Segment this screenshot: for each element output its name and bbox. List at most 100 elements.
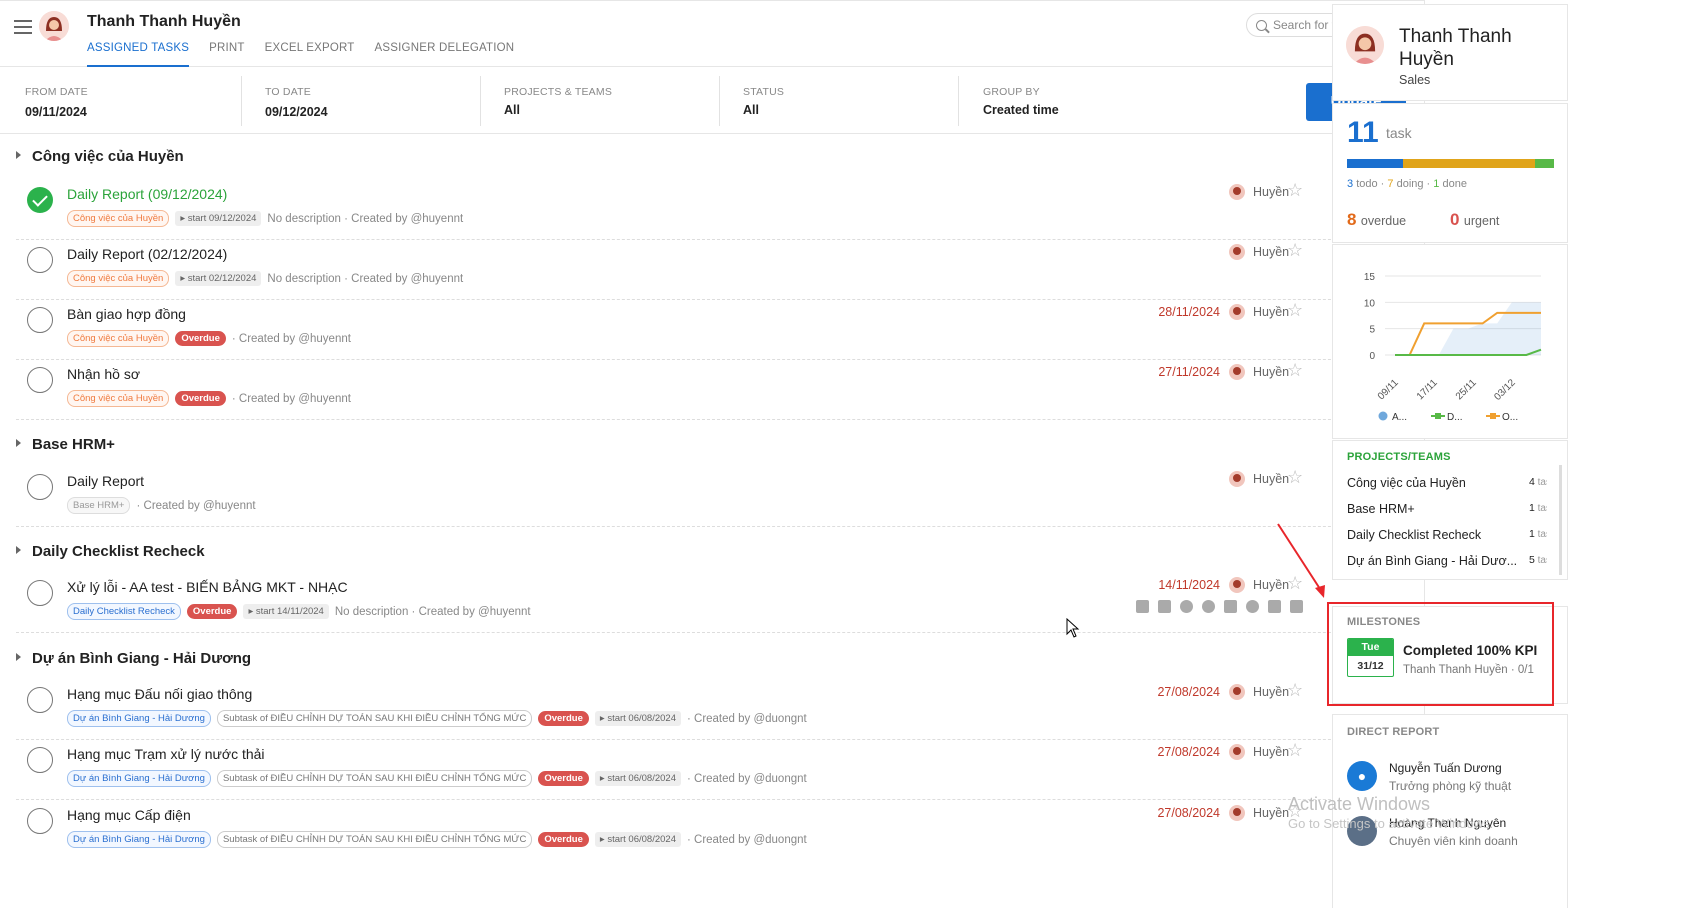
urgent-stat[interactable]: 0 urgent (1450, 210, 1499, 230)
task-row[interactable]: Hạng mục Cấp điện Dự án Bình Giang - Hải… (16, 796, 1406, 861)
caret-right-icon (16, 653, 21, 661)
status-filter[interactable]: STATUS All (743, 76, 959, 126)
task-row[interactable]: Daily Report (02/12/2024) Công việc của … (16, 235, 1406, 300)
tab-print[interactable]: PRINT (209, 42, 245, 67)
task-assignee[interactable]: Huyền (1229, 364, 1289, 380)
star-icon[interactable]: ☆ (1287, 740, 1303, 761)
project-tag[interactable]: Dự án Bình Giang - Hải Dương (67, 710, 211, 727)
calendar-icon[interactable] (1158, 600, 1171, 613)
overdue-stat[interactable]: 8 overdue (1347, 210, 1406, 230)
task-assignee[interactable]: Huyền (1229, 805, 1289, 821)
group-header[interactable]: Daily Checklist Recheck (16, 543, 205, 560)
report-name[interactable]: Nguyễn Tuấn Dương (1389, 761, 1502, 775)
project-tag[interactable]: Công việc của Huyền (67, 270, 170, 287)
project-tag[interactable]: Dự án Bình Giang - Hải Dương (67, 770, 211, 787)
star-icon[interactable]: ☆ (1287, 680, 1303, 701)
task-checkbox[interactable] (27, 747, 53, 773)
task-meta: Dự án Bình Giang - Hải Dương Subtask of … (67, 770, 807, 787)
project-item[interactable]: Daily Checklist Recheck 1 task (1347, 528, 1547, 542)
task-name[interactable]: Hạng mục Cấp điện (67, 807, 191, 823)
star-icon[interactable]: ☆ (1287, 240, 1303, 261)
project-count-unit: task (1537, 529, 1547, 540)
project-item[interactable]: Base HRM+ 1 task (1347, 502, 1547, 516)
task-name[interactable]: Hạng mục Đấu nối giao thông (67, 686, 252, 702)
star-icon[interactable]: ☆ (1287, 467, 1303, 488)
task-row[interactable]: Nhận hồ sơ Công việc của Huyền Overdue ·… (16, 355, 1406, 420)
task-assignee[interactable]: Huyền (1229, 744, 1289, 760)
project-count: 4 task (1529, 476, 1547, 488)
project-name: Daily Checklist Recheck (1347, 528, 1482, 542)
task-row[interactable]: Hạng mục Trạm xử lý nước thải Dự án Bình… (16, 735, 1406, 800)
project-tag[interactable]: Công việc của Huyền (67, 390, 170, 407)
progress-segment-done (1535, 159, 1554, 168)
hamburger-menu-icon[interactable] (14, 20, 32, 34)
activate-windows-subtext: Go to Settings to activate Windows. (1288, 816, 1494, 831)
report-avatar[interactable]: ● (1347, 761, 1377, 791)
task-row[interactable]: Daily Report (09/12/2024) Công việc của … (16, 175, 1406, 240)
task-name[interactable]: Daily Report (09/12/2024) (67, 186, 227, 202)
task-checkbox[interactable] (27, 187, 53, 213)
subtask-tag[interactable]: Subtask of ĐIỀU CHỈNH DỰ TOÁN SAU KHI ĐI… (216, 710, 533, 727)
subtask-tag[interactable]: Subtask of ĐIỀU CHỈNH DỰ TOÁN SAU KHI ĐI… (216, 770, 533, 787)
star-icon[interactable]: ☆ (1287, 180, 1303, 201)
to-date-filter[interactable]: TO DATE 09/12/2024 (265, 76, 481, 126)
done-label: done (1442, 178, 1467, 190)
task-assignee[interactable]: Huyền (1229, 304, 1289, 320)
task-row[interactable]: Hạng mục Đấu nối giao thông Dự án Bình G… (16, 675, 1406, 740)
star-icon[interactable]: ☆ (1287, 360, 1303, 381)
edit-icon[interactable] (1136, 600, 1149, 613)
task-meta: Base HRM+ · Created by @huyennt (67, 497, 256, 514)
task-assignee[interactable]: Huyền (1229, 244, 1289, 260)
chart-card: 15 10 5 0 09/11 17/11 25/11 03/12 A... D... O... (1332, 244, 1568, 439)
task-assignee[interactable]: Huyền (1229, 684, 1289, 700)
legend-label: O... (1502, 412, 1518, 423)
bookmark-icon[interactable] (1224, 600, 1237, 613)
subtask-tag[interactable]: Subtask of ĐIỀU CHỈNH DỰ TOÁN SAU KHI ĐI… (216, 831, 533, 848)
task-name[interactable]: Daily Report (67, 473, 144, 489)
task-checkbox[interactable] (27, 808, 53, 834)
tab-excel-export[interactable]: EXCEL EXPORT (265, 42, 355, 67)
play-icon[interactable] (1180, 600, 1193, 613)
task-row[interactable]: Bàn giao hợp đồng Công việc của Huyền Ov… (16, 295, 1406, 360)
task-assignee[interactable]: Huyền (1229, 471, 1289, 487)
project-count: 5 task (1529, 554, 1547, 566)
group-by-filter[interactable]: GROUP BY Created time (983, 76, 1183, 126)
overdue-badge: Overdue (538, 771, 589, 786)
star-icon[interactable]: ☆ (1287, 300, 1303, 321)
project-tag[interactable]: Công việc của Huyền (67, 330, 170, 347)
task-checkbox[interactable] (27, 367, 53, 393)
user-avatar[interactable] (39, 11, 69, 41)
bell-icon[interactable] (1246, 600, 1259, 613)
task-name[interactable]: Bàn giao hợp đồng (67, 306, 186, 322)
task-checkbox[interactable] (27, 687, 53, 713)
task-checkbox[interactable] (27, 247, 53, 273)
tab-assigned-tasks[interactable]: ASSIGNED TASKS (87, 42, 190, 67)
task-name[interactable]: Daily Report (02/12/2024) (67, 246, 227, 262)
project-item[interactable]: Dự án Bình Giang - Hải Dươ... 5 task (1347, 554, 1547, 568)
tab-assigner-delegation[interactable]: ASSIGNER DELEGATION (375, 42, 515, 67)
from-date-filter[interactable]: FROM DATE 09/11/2024 (25, 76, 242, 126)
task-row[interactable]: Xử lý lỗi - AA test - BIẾN BẢNG MKT - NH… (16, 568, 1406, 633)
assignee-name: Huyền (1253, 806, 1290, 820)
alert-icon[interactable] (1202, 600, 1215, 613)
project-tag[interactable]: Base HRM+ (67, 497, 131, 514)
group-header[interactable]: Dự án Bình Giang - Hải Dương (16, 650, 251, 667)
profile-avatar[interactable] (1346, 26, 1384, 64)
projects-filter[interactable]: PROJECTS & TEAMS All (504, 76, 720, 126)
task-checkbox[interactable] (27, 474, 53, 500)
group-header[interactable]: Công việc của Huyền (16, 148, 184, 165)
task-row[interactable]: Daily Report Base HRM+ · Created by @huy… (16, 462, 1406, 527)
task-assignee[interactable]: Huyền (1229, 184, 1289, 200)
task-name[interactable]: Xử lý lỗi - AA test - BIẾN BẢNG MKT - NH… (67, 579, 348, 595)
project-item[interactable]: Công việc của Huyền 4 task (1347, 476, 1547, 490)
task-checkbox[interactable] (27, 580, 53, 606)
task-name[interactable]: Hạng mục Trạm xử lý nước thải (67, 746, 265, 762)
task-name[interactable]: Nhận hồ sơ (67, 366, 140, 382)
project-tag[interactable]: Daily Checklist Recheck (67, 603, 181, 620)
task-checkbox[interactable] (27, 307, 53, 333)
scrollbar[interactable] (1559, 465, 1562, 575)
group-header[interactable]: Base HRM+ (16, 436, 115, 453)
filter-bar: FROM DATE 09/11/2024 TO DATE 09/12/2024 … (0, 68, 1425, 134)
project-tag[interactable]: Dự án Bình Giang - Hải Dương (67, 831, 211, 848)
project-tag[interactable]: Công việc của Huyền (67, 210, 170, 227)
